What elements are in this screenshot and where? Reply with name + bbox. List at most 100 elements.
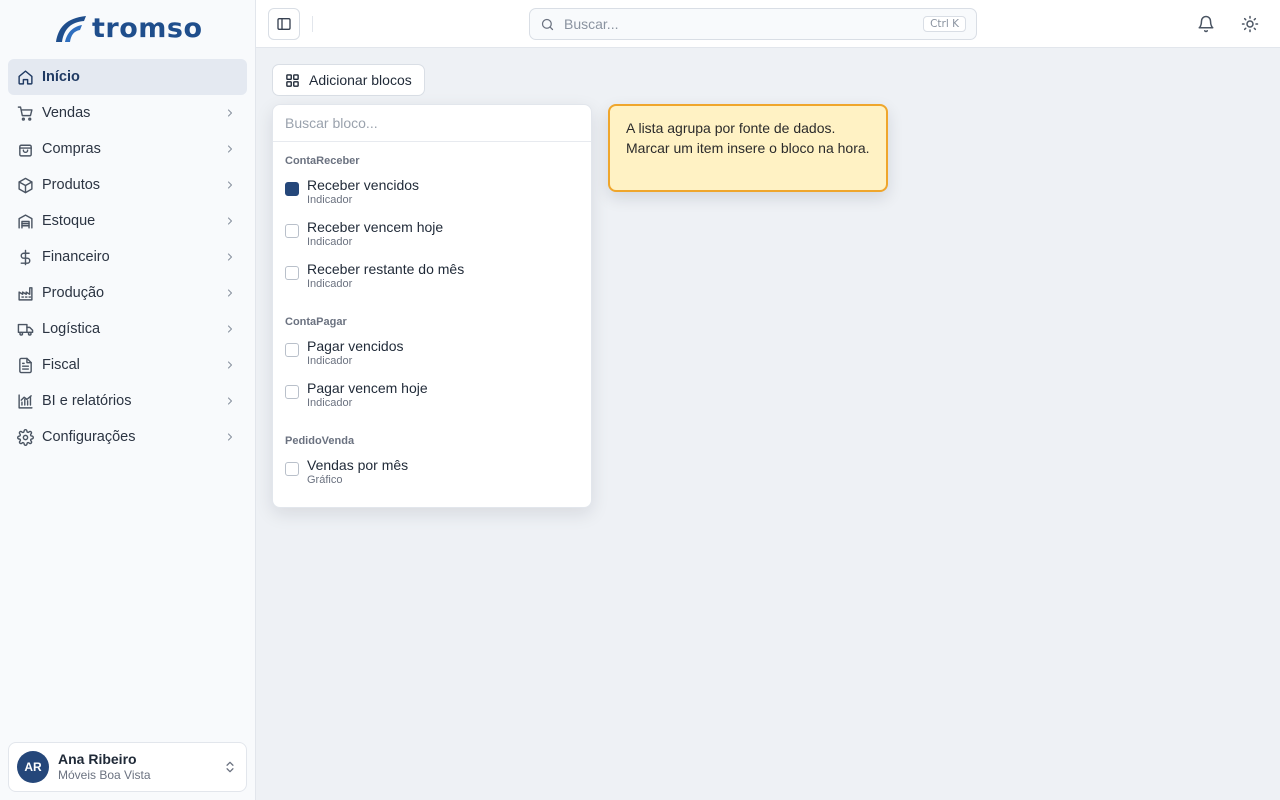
user-name: Ana Ribeiro	[58, 751, 137, 768]
block-option-type: Indicador	[307, 397, 353, 410]
chevron-right-icon	[223, 430, 237, 444]
gear-icon	[16, 428, 34, 446]
block-option-pagar-vencidos[interactable]: Pagar vencidos Indicador	[285, 338, 579, 380]
search-placeholder: Buscar...	[564, 16, 619, 32]
shopping-bag-icon	[16, 140, 34, 158]
sidebar-item-label: Produtos	[42, 177, 101, 193]
chevron-right-icon	[223, 106, 237, 120]
chevron-right-icon	[223, 358, 237, 372]
sidebar-nav: Início Vendas Compras Produtos Estoque F…	[8, 59, 247, 455]
cart-icon	[16, 104, 34, 122]
block-option-type: Indicador	[307, 355, 353, 368]
chart-icon	[16, 392, 34, 410]
sidebar-panel-icon	[276, 16, 292, 32]
block-search-input[interactable]: Buscar bloco...	[273, 105, 591, 142]
logo[interactable]: tromso	[52, 12, 203, 44]
block-option-label: Receber restante do mês	[307, 261, 465, 277]
sidebar-item-label: Fiscal	[42, 357, 80, 373]
sidebar-item-logistica[interactable]: Logística	[8, 311, 247, 347]
sidebar-item-inicio[interactable]: Início	[8, 59, 247, 95]
sidebar-item-vendas[interactable]: Vendas	[8, 95, 247, 131]
file-text-icon	[16, 356, 34, 374]
block-option-pagar-vencem-hoje[interactable]: Pagar vencem hoje Indicador	[285, 380, 579, 422]
hint-tooltip: A lista agrupa por fonte de dados. Marca…	[608, 104, 888, 192]
chevron-right-icon	[223, 322, 237, 336]
block-option-type: Gráfico	[307, 474, 343, 487]
checkbox[interactable]	[285, 385, 299, 399]
block-option-receber-restante-mes[interactable]: Receber restante do mês Indicador	[285, 261, 579, 303]
search-shortcut-badge: Ctrl K	[923, 16, 966, 32]
user-menu[interactable]: AR Ana Ribeiro Móveis Boa Vista	[8, 742, 247, 792]
sidebar-toggle-button[interactable]	[268, 8, 300, 40]
add-blocks-button[interactable]: Adicionar blocos	[272, 64, 425, 96]
bell-icon	[1197, 15, 1215, 33]
add-blocks-label: Adicionar blocos	[309, 72, 412, 88]
block-group: ContaReceber Receber vencidos Indicador …	[273, 154, 591, 303]
chevron-right-icon	[223, 394, 237, 408]
dollar-icon	[16, 248, 34, 266]
checkbox[interactable]	[285, 462, 299, 476]
block-group-title: ContaReceber	[285, 155, 360, 167]
logo-text: tromso	[92, 12, 203, 44]
sidebar-item-label: BI e relatórios	[42, 393, 132, 409]
block-option-label: Receber vencidos	[307, 177, 420, 193]
block-option-label: Pagar vencidos	[307, 338, 404, 354]
checkbox[interactable]	[285, 266, 299, 280]
layout-grid-icon	[285, 72, 301, 88]
sidebar-item-financeiro[interactable]: Financeiro	[8, 239, 247, 275]
block-option-receber-vencem-hoje[interactable]: Receber vencem hoje Indicador	[285, 219, 579, 261]
sidebar-item-label: Configurações	[42, 429, 136, 445]
sidebar-item-fiscal[interactable]: Fiscal	[8, 347, 247, 383]
chevron-right-icon	[223, 142, 237, 156]
block-group-title: ContaPagar	[285, 316, 347, 328]
factory-icon	[16, 284, 34, 302]
sidebar-item-compras[interactable]: Compras	[8, 131, 247, 167]
block-search-placeholder: Buscar bloco...	[285, 115, 378, 131]
truck-icon	[16, 320, 34, 338]
block-option-label: Receber vencem hoje	[307, 219, 444, 235]
block-option-label: Pagar vencem hoje	[307, 380, 428, 396]
sidebar-item-label: Financeiro	[42, 249, 110, 265]
sidebar-item-configuracoes[interactable]: Configurações	[8, 419, 247, 455]
sidebar-item-label: Início	[42, 69, 80, 85]
chevron-right-icon	[223, 286, 237, 300]
logo-mark-icon	[56, 16, 86, 42]
home-icon	[16, 68, 34, 86]
sidebar-item-label: Vendas	[42, 105, 91, 121]
avatar: AR	[17, 751, 49, 783]
sidebar: tromso Início Vendas Compras Produtos Es…	[0, 0, 256, 800]
user-company: Móveis Boa Vista	[58, 768, 151, 783]
package-icon	[16, 176, 34, 194]
chevron-right-icon	[223, 250, 237, 264]
sidebar-item-label: Logística	[42, 321, 101, 337]
top-bar: Buscar... Ctrl K	[256, 0, 1280, 48]
chevron-right-icon	[223, 178, 237, 192]
block-group-title: PedidoVenda	[285, 435, 355, 447]
sidebar-item-label: Estoque	[42, 213, 96, 229]
block-picker-dropdown: Buscar bloco... ContaReceber Receber ven…	[272, 104, 592, 508]
checkbox[interactable]	[285, 224, 299, 238]
block-option-type: Indicador	[307, 194, 353, 207]
chevrons-up-down-icon	[222, 759, 238, 775]
block-option-receber-vencidos[interactable]: Receber vencidos Indicador	[285, 177, 579, 219]
sidebar-item-bi-relatorios[interactable]: BI e relatórios	[8, 383, 247, 419]
sun-icon	[1241, 15, 1259, 33]
header-divider	[312, 16, 313, 32]
checkbox[interactable]	[285, 182, 299, 196]
block-option-type: Indicador	[307, 278, 353, 291]
user-info: Ana Ribeiro Móveis Boa Vista	[58, 751, 222, 782]
theme-toggle-button[interactable]	[1240, 14, 1260, 34]
checkbox[interactable]	[285, 343, 299, 357]
global-search-input[interactable]: Buscar... Ctrl K	[529, 8, 977, 40]
chevron-right-icon	[223, 214, 237, 228]
block-group: ContaPagar Pagar vencidos Indicador Paga…	[273, 315, 591, 422]
sidebar-item-label: Produção	[42, 285, 105, 301]
sidebar-item-produtos[interactable]: Produtos	[8, 167, 247, 203]
sidebar-item-estoque[interactable]: Estoque	[8, 203, 247, 239]
sidebar-item-label: Compras	[42, 141, 101, 157]
sidebar-item-producao[interactable]: Produção	[8, 275, 247, 311]
block-group: PedidoVenda Vendas por mês Gráfico	[273, 434, 591, 499]
search-icon	[540, 16, 556, 32]
block-option-vendas-por-mes[interactable]: Vendas por mês Gráfico	[285, 457, 579, 499]
notifications-button[interactable]	[1196, 14, 1216, 34]
